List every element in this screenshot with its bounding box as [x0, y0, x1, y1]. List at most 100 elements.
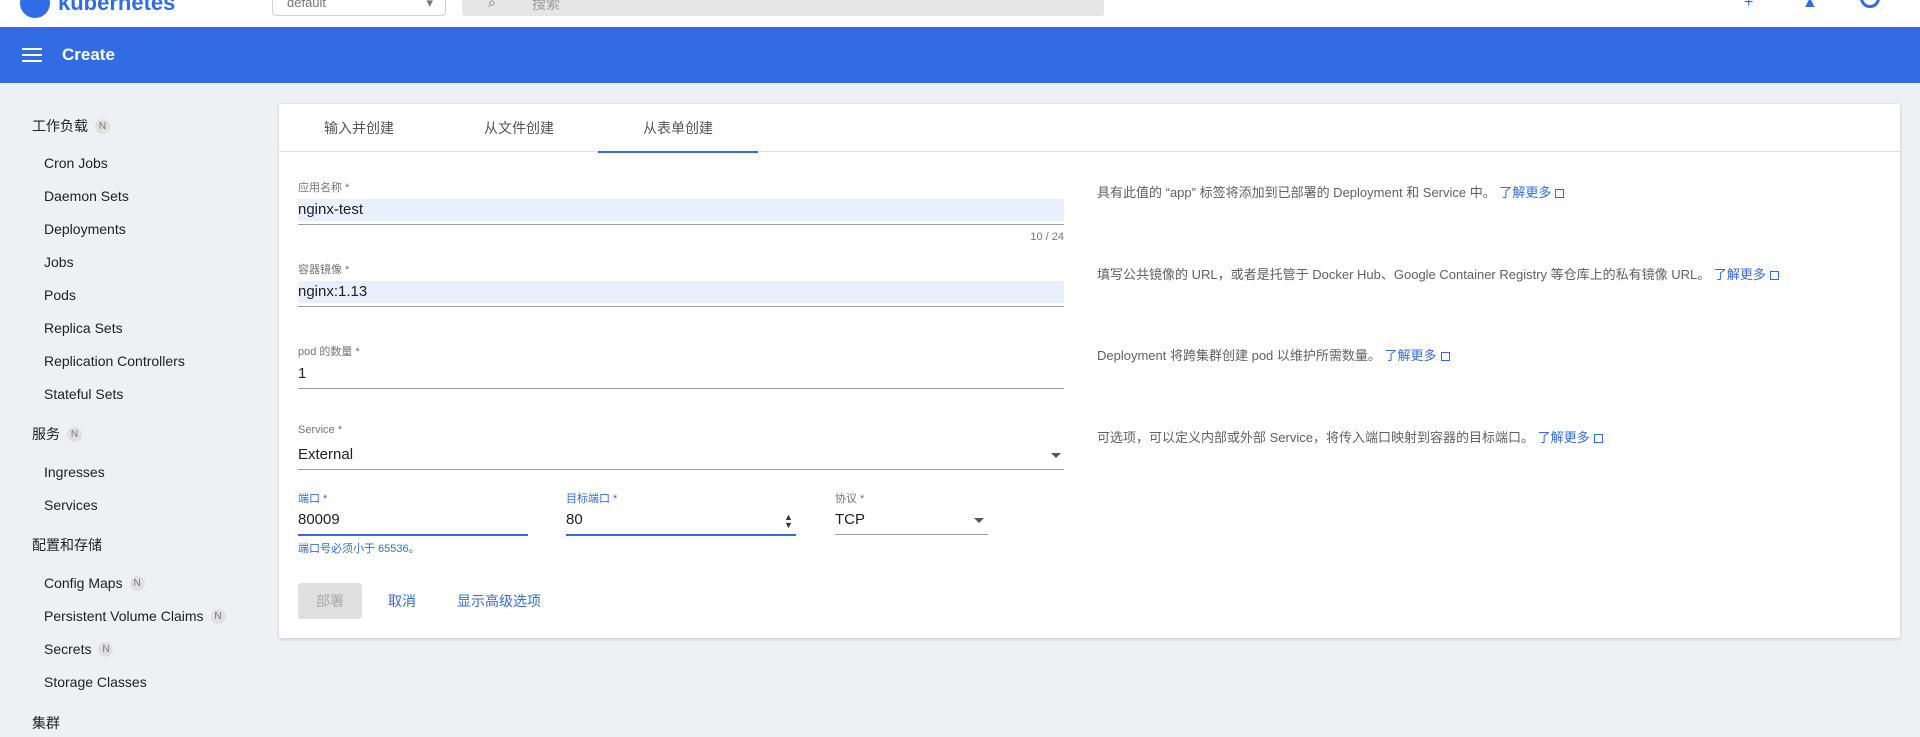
sidebar-group-cluster[interactable]: 集群 — [32, 713, 60, 733]
app-name-counter: 10 / 24 — [1030, 231, 1064, 243]
add-icon[interactable]: + — [1744, 0, 1762, 11]
learn-more-link[interactable]: 了解更多 — [1714, 267, 1766, 282]
container-image-input[interactable]: nginx:1.13 — [298, 281, 1064, 303]
deploy-button[interactable]: 部署 — [298, 583, 362, 619]
tab-create-from-input[interactable]: 输入并创建 — [279, 104, 439, 152]
hamburger-menu-icon[interactable] — [22, 48, 42, 62]
learn-more-link[interactable]: 了解更多 — [1538, 430, 1590, 445]
sidebar-group-workloads[interactable]: 工作负载 N — [32, 116, 110, 136]
sidebar-item-storage-classes[interactable]: Storage Classes — [44, 674, 147, 690]
search-placeholder: 搜索 — [532, 0, 560, 12]
top-bar: kubernetes default ▾ ⌕ 搜索 + ▲ — [0, 0, 1920, 27]
sidebar-group-label: 服务 — [32, 426, 60, 442]
tab-label: 从文件创建 — [484, 120, 554, 136]
app-bar: Create — [0, 27, 1920, 83]
sidebar-group-label: 工作负载 — [32, 118, 88, 134]
pod-count-input[interactable]: 1 — [298, 363, 1064, 385]
protocol-underline — [835, 534, 988, 535]
sidebar-item-label: Services — [44, 497, 98, 513]
search-icon: ⌕ — [488, 0, 496, 10]
sidebar-group-config-storage[interactable]: 配置和存储 — [32, 535, 102, 555]
sidebar: 工作负载 N Cron Jobs Daemon Sets Deployments… — [0, 83, 270, 737]
tab-label: 从表单创建 — [643, 120, 713, 136]
brand-name: kubernetes — [58, 0, 176, 15]
namespace-value: default — [287, 0, 327, 10]
sidebar-item-label: Storage Classes — [44, 674, 147, 690]
chevron-down-icon — [1051, 453, 1061, 458]
kubernetes-logo[interactable]: kubernetes — [20, 0, 175, 18]
sidebar-group-label: 配置和存储 — [32, 537, 102, 553]
hint-text: 填写公共镜像的 URL，或者是托管于 Docker Hub、Google Con… — [1097, 267, 1711, 282]
namespaced-badge: N — [129, 575, 145, 591]
port-error-message: 端口号必须小于 65536。 — [298, 543, 420, 555]
tab-create-from-form[interactable]: 从表单创建 — [598, 104, 758, 153]
external-link-icon — [1769, 271, 1779, 280]
app-name-underline — [298, 224, 1064, 225]
sidebar-item-label: Ingresses — [44, 464, 105, 480]
protocol-select[interactable]: TCP — [835, 509, 988, 531]
app-name-input[interactable]: nginx-test — [298, 199, 1064, 221]
chevron-down-icon: ▾ — [426, 0, 433, 10]
kubernetes-wheel-icon — [20, 0, 50, 18]
port-input[interactable]: 80009 — [298, 509, 528, 531]
sidebar-group-services[interactable]: 服务 N — [32, 424, 82, 444]
pod-count-underline — [298, 388, 1064, 389]
sidebar-item-deployments[interactable]: Deployments — [44, 221, 126, 237]
sidebar-item-config-maps[interactable]: Config Maps N — [44, 575, 145, 591]
namespace-select[interactable]: default ▾ — [272, 0, 446, 16]
image-hint: 填写公共镜像的 URL，或者是托管于 Docker Hub、Google Con… — [1097, 264, 1779, 283]
target-port-label: 目标端口 * — [566, 493, 618, 505]
namespaced-badge: N — [67, 426, 82, 442]
sidebar-item-ingresses[interactable]: Ingresses — [44, 464, 105, 480]
pod-count-hint: Deployment 将跨集群创建 pod 以维护所需数量。 了解更多 — [1097, 345, 1450, 364]
sidebar-item-label: Config Maps — [44, 575, 123, 591]
image-underline — [298, 306, 1064, 307]
sidebar-item-label: Deployments — [44, 221, 126, 237]
app-name-label: 应用名称 * — [298, 182, 350, 194]
sidebar-item-pods[interactable]: Pods — [44, 287, 76, 303]
app-name-hint: 具有此值的 “app” 标签将添加到已部署的 Deployment 和 Serv… — [1097, 182, 1565, 201]
sidebar-item-label: Jobs — [44, 254, 74, 270]
namespaced-badge: N — [210, 608, 226, 624]
learn-more-link[interactable]: 了解更多 — [1499, 185, 1551, 200]
bell-icon[interactable]: ▲ — [1802, 0, 1820, 11]
service-underline — [298, 469, 1064, 470]
pod-count-label: pod 的数量 * — [298, 346, 360, 358]
hint-text: Deployment 将跨集群创建 pod 以维护所需数量。 — [1097, 348, 1381, 363]
learn-more-link[interactable]: 了解更多 — [1385, 348, 1437, 363]
search-input[interactable]: ⌕ 搜索 — [462, 0, 1104, 16]
sidebar-item-label: Replication Controllers — [44, 353, 185, 369]
image-label: 容器镜像 * — [298, 264, 350, 276]
sidebar-item-secrets[interactable]: Secrets N — [44, 641, 114, 657]
service-hint: 可选项，可以定义内部或外部 Service，将传入端口映射到容器的目标端口。 了… — [1097, 427, 1603, 446]
namespaced-badge: N — [98, 641, 114, 657]
sidebar-item-stateful-sets[interactable]: Stateful Sets — [44, 386, 123, 402]
target-port-input[interactable]: 80 — [566, 509, 796, 531]
external-link-icon — [1440, 352, 1450, 361]
cancel-button[interactable]: 取消 — [388, 583, 416, 619]
sidebar-group-label: 集群 — [32, 715, 60, 731]
page-title: Create — [62, 45, 115, 64]
number-spinner-icon[interactable]: ▲ ▼ — [784, 513, 793, 530]
sidebar-item-cron-jobs[interactable]: Cron Jobs — [44, 155, 108, 171]
sidebar-item-label: Replica Sets — [44, 320, 123, 336]
show-advanced-options-button[interactable]: 显示高级选项 — [457, 583, 541, 619]
sidebar-item-services[interactable]: Services — [44, 497, 98, 513]
port-underline — [298, 534, 528, 536]
account-icon[interactable] — [1860, 0, 1880, 8]
sidebar-item-daemon-sets[interactable]: Daemon Sets — [44, 188, 129, 204]
tab-create-from-file[interactable]: 从文件创建 — [439, 104, 599, 152]
sidebar-item-label: Daemon Sets — [44, 188, 129, 204]
sidebar-item-replica-sets[interactable]: Replica Sets — [44, 320, 123, 336]
service-select[interactable]: External — [298, 444, 1064, 466]
service-label: Service * — [298, 424, 343, 436]
sidebar-item-label: Secrets — [44, 641, 92, 657]
sidebar-item-jobs[interactable]: Jobs — [44, 254, 74, 270]
sidebar-item-persistent-volume-claims[interactable]: Persistent Volume Claims N — [44, 608, 226, 624]
tab-label: 输入并创建 — [324, 120, 394, 136]
create-card: 输入并创建 从文件创建 从表单创建 应用名称 * nginx-test 10 /… — [279, 104, 1900, 638]
namespaced-badge: N — [95, 118, 110, 134]
sidebar-item-replication-controllers[interactable]: Replication Controllers — [44, 353, 185, 369]
sidebar-item-label: Persistent Volume Claims — [44, 608, 204, 624]
hint-text: 具有此值的 “app” 标签将添加到已部署的 Deployment 和 Serv… — [1097, 185, 1496, 200]
